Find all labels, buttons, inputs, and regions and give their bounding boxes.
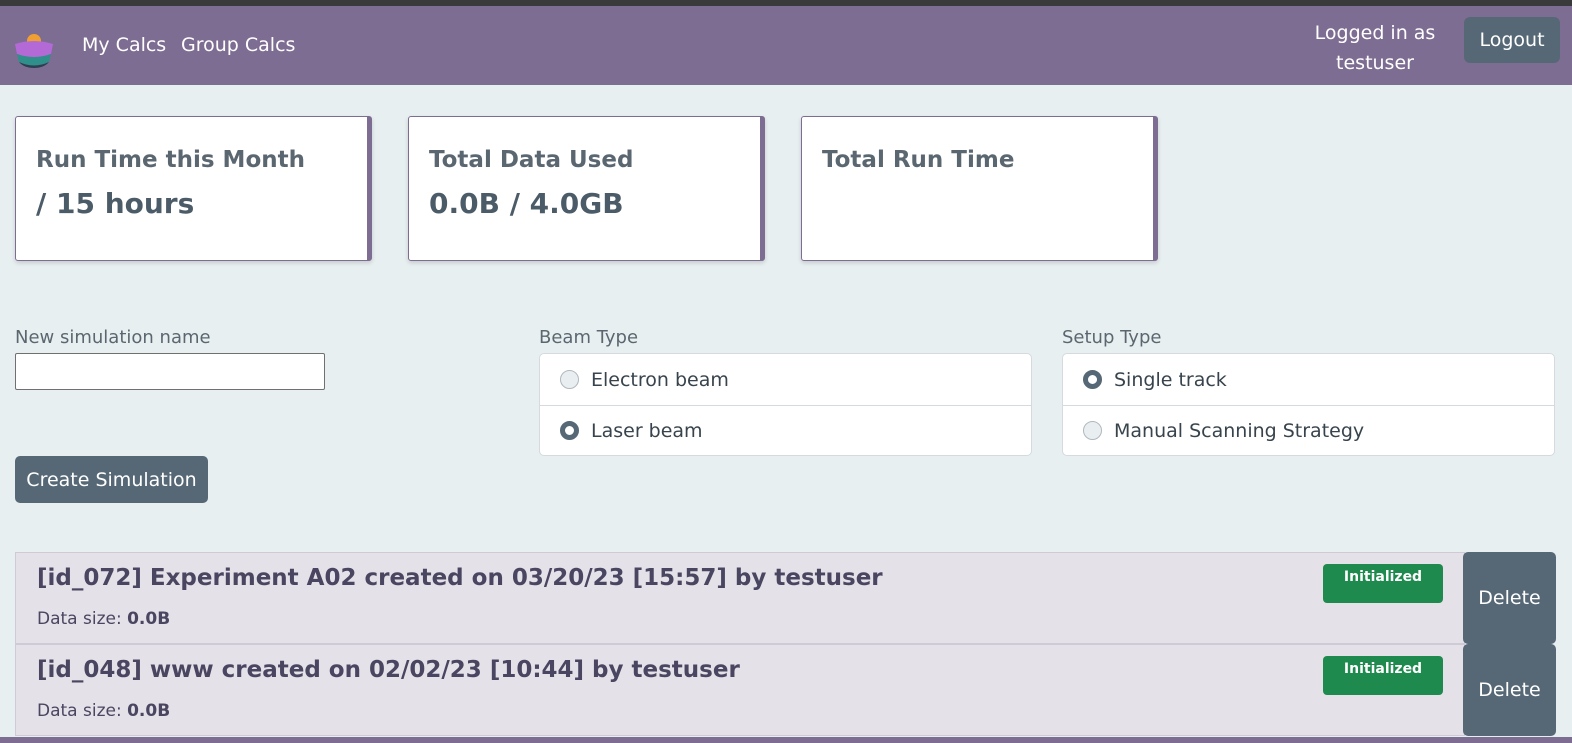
stat-card-total-data-used: Total Data Used 0.0B / 4.0GB <box>408 116 765 261</box>
stat-title: Total Run Time <box>822 147 1015 173</box>
setup-type-group: Single track Manual Scanning Strategy <box>1062 353 1555 456</box>
logged-in-indicator: Logged in as testuser <box>1305 18 1445 78</box>
beam-type-label: Beam Type <box>539 327 639 348</box>
logged-in-username: testuser <box>1336 52 1414 74</box>
simulation-title: [id_048] www created on 02/02/23 [10:44]… <box>37 657 740 683</box>
nav-link-group-calcs[interactable]: Group Calcs <box>181 34 295 56</box>
simulation-data-size: Data size: 0.0B <box>37 609 170 629</box>
setup-option-label: Single track <box>1114 368 1227 391</box>
simulation-data-size: Data size: 0.0B <box>37 701 170 721</box>
stat-title: Run Time this Month <box>36 147 305 173</box>
stat-card-run-time-month: Run Time this Month / 15 hours <box>15 116 372 261</box>
create-simulation-button[interactable]: Create Simulation <box>15 456 208 503</box>
stat-value: / 15 hours <box>36 187 195 220</box>
nav-link-my-calcs[interactable]: My Calcs <box>82 34 166 56</box>
delete-button[interactable]: Delete <box>1463 644 1556 736</box>
stacked-bowl-logo-icon[interactable] <box>14 32 54 69</box>
stat-card-total-run-time: Total Run Time <box>801 116 1158 261</box>
simulation-name-label: New simulation name <box>15 327 211 348</box>
data-size-value: 0.0B <box>127 701 171 721</box>
radio-checked-icon[interactable] <box>1083 370 1102 389</box>
data-size-label: Data size: <box>37 701 122 721</box>
setup-type-label: Setup Type <box>1062 327 1162 348</box>
simulation-name-input[interactable] <box>15 353 325 390</box>
data-size-value: 0.0B <box>127 609 171 629</box>
radio-unchecked-icon[interactable] <box>1083 421 1102 440</box>
simulation-title: [id_072] Experiment A02 created on 03/20… <box>37 565 883 591</box>
beam-option-laser[interactable]: Laser beam <box>540 405 1031 456</box>
beam-option-label: Electron beam <box>591 368 729 391</box>
logged-in-label: Logged in as <box>1314 22 1436 44</box>
setup-option-single-track[interactable]: Single track <box>1063 354 1554 406</box>
logout-button[interactable]: Logout <box>1464 17 1560 63</box>
status-badge: Initialized <box>1323 656 1443 695</box>
stat-value: 0.0B / 4.0GB <box>429 187 624 220</box>
data-size-label: Data size: <box>37 609 122 629</box>
status-badge: Initialized <box>1323 564 1443 603</box>
simulation-row[interactable]: [id_072] Experiment A02 created on 03/20… <box>15 552 1465 644</box>
setup-option-label: Manual Scanning Strategy <box>1114 419 1365 442</box>
radio-checked-icon[interactable] <box>560 421 579 440</box>
delete-button[interactable]: Delete <box>1463 552 1556 644</box>
navbar: My Calcs Group Calcs Logged in as testus… <box>0 6 1572 85</box>
footer-strip <box>0 737 1572 743</box>
radio-unchecked-icon[interactable] <box>560 370 579 389</box>
beam-option-label: Laser beam <box>591 419 703 442</box>
stat-title: Total Data Used <box>429 147 634 173</box>
beam-option-electron[interactable]: Electron beam <box>540 354 1031 406</box>
setup-option-manual-scanning[interactable]: Manual Scanning Strategy <box>1063 405 1554 456</box>
simulation-row[interactable]: [id_048] www created on 02/02/23 [10:44]… <box>15 644 1465 736</box>
beam-type-group: Electron beam Laser beam <box>539 353 1032 456</box>
